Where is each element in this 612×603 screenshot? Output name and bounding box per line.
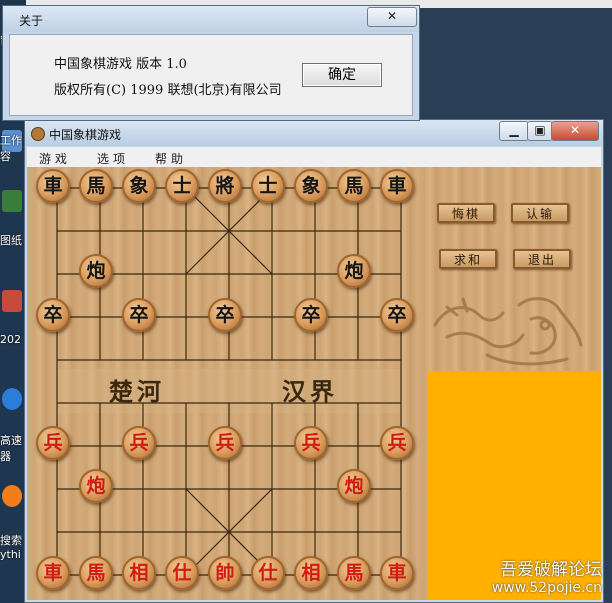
chess-board[interactable]: 楚河 汉界 車 馬 象 士 將 士 象 馬 車 炮 炮 卒 卒 卒 卒 卒 兵 … bbox=[27, 167, 427, 600]
desktop-label: 器 bbox=[0, 450, 11, 463]
minimize-button[interactable]: ▁ bbox=[499, 121, 529, 141]
piece-black-cannon[interactable]: 炮 bbox=[79, 254, 113, 288]
piece-black-soldier[interactable]: 卒 bbox=[208, 298, 242, 332]
maximize-button[interactable]: ▣ bbox=[527, 121, 553, 141]
piece-black-elephant[interactable]: 象 bbox=[294, 169, 328, 203]
piece-black-horse[interactable]: 馬 bbox=[79, 169, 113, 203]
watermark-url: www.52pojie.cn bbox=[491, 580, 602, 596]
piece-red-advisor[interactable]: 仕 bbox=[251, 556, 285, 590]
piece-black-horse[interactable]: 馬 bbox=[337, 169, 371, 203]
about-titlebar[interactable]: 关于 ✕ bbox=[3, 6, 419, 32]
close-button[interactable]: ✕ bbox=[551, 121, 599, 141]
piece-black-cannon[interactable]: 炮 bbox=[337, 254, 371, 288]
draw-button[interactable]: 求和 bbox=[439, 249, 497, 269]
piece-red-soldier[interactable]: 兵 bbox=[208, 426, 242, 460]
about-version-text: 中国象棋游戏 版本 1.0 bbox=[54, 57, 187, 72]
desktop-label: 高速 bbox=[0, 434, 22, 447]
piece-red-soldier[interactable]: 兵 bbox=[380, 426, 414, 460]
watermark-text: 吾爱破解论坛 bbox=[500, 560, 602, 580]
desktop-app-icon[interactable] bbox=[2, 485, 22, 507]
piece-red-soldier[interactable]: 兵 bbox=[122, 426, 156, 460]
piece-red-elephant[interactable]: 相 bbox=[122, 556, 156, 590]
piece-black-chariot[interactable]: 車 bbox=[380, 169, 414, 203]
menu-game[interactable]: 游戏 bbox=[39, 150, 71, 167]
piece-red-soldier[interactable]: 兵 bbox=[36, 426, 70, 460]
about-body: 中国象棋游戏 版本 1.0 版权所有(C) 1999 联想(北京)有限公司 确定 bbox=[9, 34, 413, 116]
piece-red-cannon[interactable]: 炮 bbox=[337, 469, 371, 503]
river-label-han: 汉界 bbox=[282, 377, 338, 406]
desktop-label: 工作 bbox=[0, 134, 22, 147]
ok-button[interactable]: 确定 bbox=[302, 63, 382, 87]
game-titlebar[interactable]: 中国象棋游戏 ▁ ▣ ✕ bbox=[25, 120, 603, 146]
piece-red-elephant[interactable]: 相 bbox=[294, 556, 328, 590]
desktop-label: 搜索 bbox=[0, 534, 22, 547]
resign-button[interactable]: 认输 bbox=[511, 203, 569, 223]
about-close-button[interactable]: ✕ bbox=[367, 7, 417, 27]
about-copyright-text: 版权所有(C) 1999 联想(北京)有限公司 bbox=[54, 83, 282, 98]
undo-button[interactable]: 悔棋 bbox=[437, 203, 495, 223]
piece-black-chariot[interactable]: 車 bbox=[36, 169, 70, 203]
menu-bar: 游戏 选项 帮助 bbox=[27, 147, 601, 167]
piece-black-advisor[interactable]: 士 bbox=[251, 169, 285, 203]
desktop-label: 202 bbox=[0, 333, 21, 346]
piece-red-chariot[interactable]: 車 bbox=[380, 556, 414, 590]
piece-red-soldier[interactable]: 兵 bbox=[294, 426, 328, 460]
piece-black-elephant[interactable]: 象 bbox=[122, 169, 156, 203]
about-dialog: 关于 ✕ 中国象棋游戏 版本 1.0 版权所有(C) 1999 联想(北京)有限… bbox=[2, 5, 420, 121]
piece-red-advisor[interactable]: 仕 bbox=[165, 556, 199, 590]
dragon-emblem bbox=[433, 297, 583, 366]
desktop-app-icon[interactable] bbox=[2, 388, 22, 410]
piece-red-horse[interactable]: 馬 bbox=[337, 556, 371, 590]
desktop-label: ythi bbox=[0, 548, 21, 561]
desktop-app-icon[interactable] bbox=[2, 290, 22, 312]
desktop-label: 容 bbox=[0, 150, 11, 163]
game-window: 中国象棋游戏 ▁ ▣ ✕ 游戏 选项 帮助 楚河 汉界 車 馬 象 士 將 士 … bbox=[24, 119, 604, 603]
game-app-icon bbox=[31, 127, 45, 141]
about-title: 关于 bbox=[19, 14, 44, 28]
exit-button[interactable]: 退出 bbox=[513, 249, 571, 269]
menu-options[interactable]: 选项 bbox=[97, 150, 129, 167]
river-label-chu: 楚河 bbox=[109, 377, 165, 406]
piece-black-general[interactable]: 將 bbox=[208, 169, 242, 203]
piece-black-soldier[interactable]: 卒 bbox=[122, 298, 156, 332]
desktop-label: 图纸 bbox=[0, 234, 22, 247]
piece-red-cannon[interactable]: 炮 bbox=[79, 469, 113, 503]
piece-black-soldier[interactable]: 卒 bbox=[380, 298, 414, 332]
piece-black-soldier[interactable]: 卒 bbox=[36, 298, 70, 332]
desktop-app-icon[interactable] bbox=[2, 190, 22, 212]
piece-black-advisor[interactable]: 士 bbox=[165, 169, 199, 203]
game-client-area: 楚河 汉界 車 馬 象 士 將 士 象 馬 車 炮 炮 卒 卒 卒 卒 卒 兵 … bbox=[27, 167, 601, 600]
piece-black-soldier[interactable]: 卒 bbox=[294, 298, 328, 332]
game-window-title: 中国象棋游戏 bbox=[49, 128, 122, 142]
piece-red-general[interactable]: 帥 bbox=[208, 556, 242, 590]
board-grid bbox=[56, 187, 402, 576]
piece-red-chariot[interactable]: 車 bbox=[36, 556, 70, 590]
menu-help[interactable]: 帮助 bbox=[155, 150, 187, 167]
piece-red-horse[interactable]: 馬 bbox=[79, 556, 113, 590]
